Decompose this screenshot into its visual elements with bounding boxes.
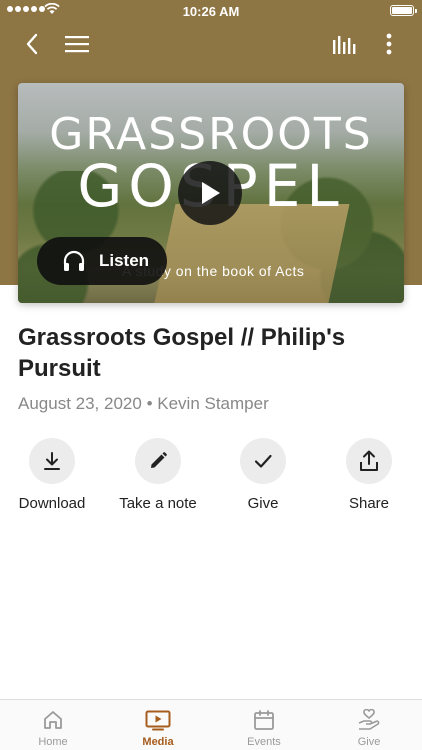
- listen-button[interactable]: Listen: [37, 237, 167, 285]
- action-row: Download Take a note Give Share: [0, 438, 422, 528]
- sermon-date: August 23, 2020: [18, 394, 142, 413]
- top-navigation: [0, 22, 422, 66]
- bottom-tab-bar: Home Media Events Give: [0, 699, 422, 750]
- download-icon: [44, 452, 60, 470]
- checkmark-icon: [254, 454, 272, 468]
- calendar-icon: [251, 707, 277, 733]
- download-button[interactable]: Download: [2, 438, 102, 512]
- tab-media[interactable]: Media: [105, 700, 211, 750]
- tab-give-label: Give: [357, 736, 381, 748]
- download-label: Download: [18, 495, 86, 512]
- tab-events[interactable]: Events: [211, 700, 317, 750]
- tab-give[interactable]: Give: [316, 700, 422, 750]
- status-time: 10:26 AM: [182, 4, 240, 19]
- tab-home-label: Home: [38, 736, 68, 748]
- status-bar: 10:26 AM: [0, 0, 422, 22]
- give-button[interactable]: Give: [213, 438, 313, 512]
- audio-bars-icon[interactable]: [330, 30, 358, 58]
- tab-home[interactable]: Home: [0, 700, 106, 750]
- play-icon: [202, 182, 220, 204]
- home-icon: [40, 707, 66, 733]
- listen-label: Listen: [99, 251, 150, 270]
- back-chevron-icon[interactable]: [18, 30, 46, 58]
- meta-separator: •: [146, 394, 153, 413]
- battery-icon: [390, 5, 417, 16]
- pencil-icon: [151, 452, 167, 468]
- more-vertical-icon[interactable]: [375, 30, 403, 58]
- take-a-note-button[interactable]: Take a note: [108, 438, 208, 512]
- take-a-note-label: Take a note: [119, 495, 197, 512]
- media-tv-icon: [145, 707, 171, 733]
- headphones-icon: [61, 248, 87, 274]
- sermon-title: Grassroots Gospel // Philip's Pursuit: [18, 324, 346, 382]
- play-button[interactable]: [178, 161, 242, 225]
- sermon-meta: August 23, 2020 • Kevin Stamper: [18, 394, 269, 414]
- media-player[interactable]: GRASSROOTS GOSPEL A study on the book of…: [18, 83, 404, 303]
- tab-media-label: Media: [142, 736, 174, 748]
- sermon-speaker: Kevin Stamper: [157, 394, 269, 413]
- give-hand-heart-icon: [356, 707, 382, 733]
- artwork-line-1: GRASSROOTS: [49, 109, 373, 160]
- give-label: Give: [247, 495, 279, 512]
- tab-events-label: Events: [247, 736, 281, 748]
- hamburger-menu-icon[interactable]: [63, 30, 91, 58]
- share-icon: [360, 450, 378, 471]
- share-label: Share: [348, 495, 390, 512]
- share-button[interactable]: Share: [319, 438, 419, 512]
